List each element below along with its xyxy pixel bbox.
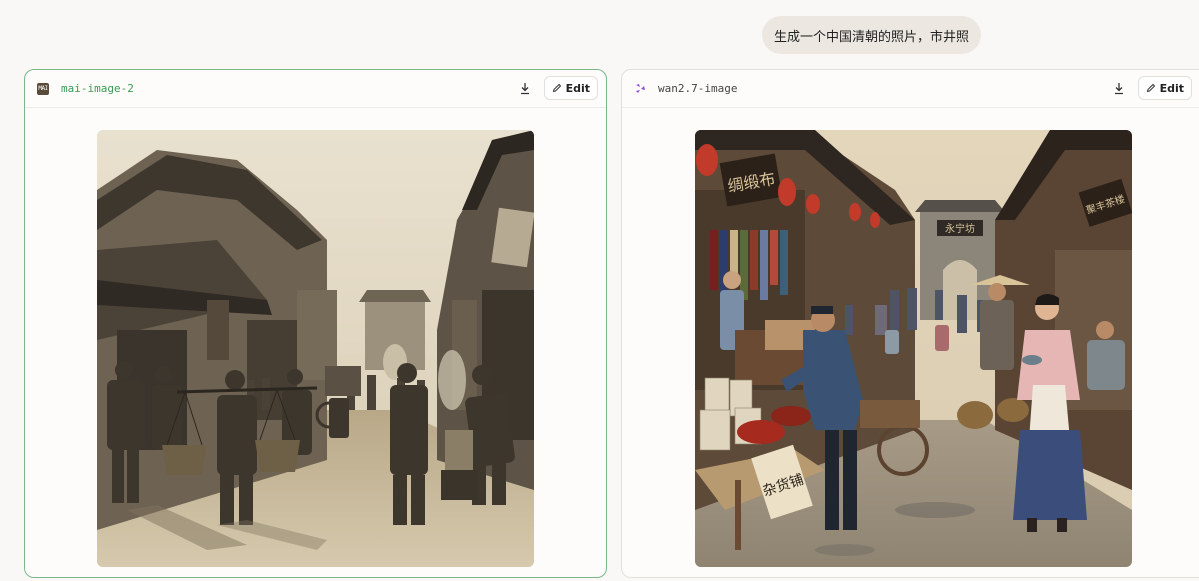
result-card-header: wan2.7-image Edit [622, 70, 1199, 108]
download-icon[interactable] [516, 79, 534, 97]
wan-logo-icon [636, 83, 645, 93]
generated-image[interactable]: 绸缎布 永宁坊 聚丰茶楼 杂货铺 [695, 130, 1132, 567]
model-name-label: mai-image-2 [61, 82, 134, 95]
qing-market-color-photo: 绸缎布 永宁坊 聚丰茶楼 杂货铺 [695, 130, 1132, 567]
edit-button-label: Edit [1159, 81, 1184, 95]
edit-button-label: Edit [565, 81, 590, 95]
pencil-icon [1146, 83, 1155, 93]
user-prompt-bubble: 生成一个中国清朝的照片，市井照 [762, 16, 982, 54]
edit-button[interactable]: Edit [1137, 76, 1192, 100]
pencil-icon [552, 83, 561, 93]
user-prompt-text: 生成一个中国清朝的照片，市井照 [774, 29, 970, 45]
result-card-mai-image-2[interactable]: MAI mai-image-2 Edit [24, 69, 607, 578]
qing-street-sepia-photo [97, 130, 534, 567]
result-card-header: MAI mai-image-2 Edit [25, 70, 606, 108]
mai-logo-icon: MAI [37, 82, 49, 95]
model-name-label: wan2.7-image [658, 82, 738, 95]
edit-button[interactable]: Edit [543, 76, 598, 100]
gate-sign: 永宁坊 [945, 222, 975, 235]
result-card-wan2-7-image[interactable]: wan2.7-image Edit 绸缎布 永宁坊 聚丰茶楼 杂货铺 [621, 69, 1199, 578]
download-icon[interactable] [1110, 79, 1128, 97]
generated-image[interactable] [97, 130, 534, 567]
